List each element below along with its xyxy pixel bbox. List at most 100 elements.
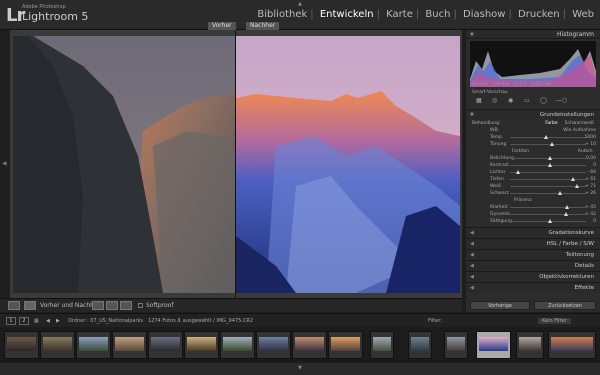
- module-bibliothek[interactable]: Bibliothek: [255, 9, 309, 20]
- count-info: 1274 Fotos /: [148, 318, 179, 324]
- tint-slider[interactable]: [510, 142, 586, 146]
- folder-info[interactable]: Ordner : 07_US_Nationalparks: [68, 318, 143, 324]
- filmstrip: [0, 327, 600, 363]
- smart-preview-label: Smart-Vorschau: [472, 90, 508, 95]
- vibrance-value[interactable]: + 42: [585, 211, 596, 218]
- module-entwickeln[interactable]: Entwickeln: [318, 9, 376, 20]
- adjustment-brush-icon[interactable]: —○: [556, 97, 567, 104]
- basic-section-header[interactable]: ▼ Grundeinstellungen: [466, 109, 600, 120]
- reset-button[interactable]: Zurücksetzen: [534, 301, 596, 310]
- film-thumb[interactable]: [4, 331, 39, 359]
- wb-label: WB:: [490, 128, 500, 133]
- left-panel-toggle-icon[interactable]: ◀: [2, 160, 7, 167]
- film-thumb[interactable]: [548, 331, 596, 359]
- grid-view-icon[interactable]: ▦: [34, 318, 39, 324]
- smart-preview-row[interactable]: Smart-Vorschau: [466, 89, 600, 95]
- softproof-checkbox[interactable]: [138, 303, 143, 308]
- whites-slider[interactable]: [510, 184, 586, 188]
- section-tone-curve[interactable]: ◀ Gradationskurve: [466, 227, 600, 238]
- film-thumb[interactable]: [370, 331, 394, 359]
- wb-select[interactable]: Wie Aufnahme: [563, 127, 596, 134]
- section-hsl[interactable]: ◀ HSL / Farbe / S/W: [466, 238, 600, 249]
- film-thumb[interactable]: [256, 331, 291, 359]
- contrast-value[interactable]: 0: [593, 162, 596, 169]
- film-thumb[interactable]: [408, 331, 432, 359]
- swap-before-after-icon[interactable]: [92, 301, 104, 310]
- film-thumb[interactable]: [184, 331, 219, 359]
- contrast-slider[interactable]: [510, 163, 586, 167]
- clarity-value[interactable]: + 45: [585, 204, 596, 211]
- exposure-slider[interactable]: [510, 156, 586, 160]
- temp-value[interactable]: 5000: [585, 134, 596, 141]
- film-thumb[interactable]: [148, 331, 183, 359]
- window-1-button[interactable]: 1: [6, 317, 16, 325]
- prev-arrow-icon[interactable]: ◀: [46, 318, 50, 324]
- loupe-view-icon[interactable]: [8, 301, 20, 310]
- vibrance-row: Dynamik + 42: [466, 211, 600, 218]
- shadows-value[interactable]: + 61: [585, 176, 596, 183]
- spot-removal-icon[interactable]: ◎: [492, 97, 497, 104]
- module-buch[interactable]: Buch: [423, 9, 452, 20]
- histogram-header[interactable]: ▼ Histogramm: [466, 30, 600, 39]
- presence-row: Präsenz: [466, 197, 600, 204]
- film-thumb[interactable]: [516, 331, 544, 359]
- film-thumb[interactable]: [328, 331, 363, 359]
- red-eye-icon[interactable]: ◉: [508, 97, 513, 104]
- section-details[interactable]: ◀ Details: [466, 260, 600, 271]
- filter-select[interactable]: Kein Filter: [538, 318, 571, 324]
- film-thumb[interactable]: [40, 331, 75, 359]
- blacks-slider[interactable]: [510, 191, 586, 195]
- highlights-value[interactable]: - 84: [587, 169, 596, 176]
- bottom-bar: ▼: [0, 363, 600, 375]
- section-effects[interactable]: ◀ Effekte: [466, 282, 600, 293]
- before-photo[interactable]: [13, 36, 235, 293]
- split-divider[interactable]: [235, 30, 236, 298]
- whites-label: Weiß: [490, 184, 502, 189]
- blacks-value[interactable]: + 26: [585, 190, 596, 197]
- treatment-color[interactable]: Farbe: [543, 121, 559, 126]
- saturation-value[interactable]: 0: [593, 218, 596, 225]
- clarity-slider[interactable]: [510, 205, 586, 209]
- film-thumb-selected[interactable]: [476, 331, 511, 359]
- tint-value[interactable]: + 10: [585, 141, 596, 148]
- presence-label: Präsenz: [514, 198, 532, 203]
- film-thumb[interactable]: [76, 331, 111, 359]
- section-lens-corrections[interactable]: ◀ Objektivkorrekturen: [466, 271, 600, 282]
- view-toolbar: Vorher und Nachher: Softproof: [0, 298, 462, 312]
- highlights-slider[interactable]: [510, 170, 586, 174]
- film-thumb[interactable]: [220, 331, 255, 359]
- section-split-toning[interactable]: ◀ Teiltonung: [466, 249, 600, 260]
- window-2-button[interactable]: 2: [19, 317, 29, 325]
- next-arrow-icon[interactable]: ▶: [56, 318, 60, 324]
- module-karte[interactable]: Karte: [384, 9, 415, 20]
- module-drucken[interactable]: Drucken: [516, 9, 562, 20]
- copy-before-after-icon[interactable]: [106, 301, 118, 310]
- graduated-filter-icon[interactable]: ▭: [524, 97, 530, 104]
- treatment-bw[interactable]: Schwarzweiß: [563, 121, 596, 126]
- film-thumb[interactable]: [292, 331, 327, 359]
- crop-icon[interactable]: ▦: [476, 97, 482, 104]
- collapse-icon: ▼: [470, 32, 474, 38]
- before-after-view-icon[interactable]: [24, 301, 36, 310]
- tone-auto-button[interactable]: Autom.: [576, 149, 596, 154]
- film-thumb[interactable]: [112, 331, 147, 359]
- whites-value[interactable]: + 71: [585, 183, 596, 190]
- collapse-top-icon[interactable]: ▲: [298, 1, 302, 7]
- film-thumb[interactable]: [444, 331, 468, 359]
- treatment-label: Behandlung:: [472, 121, 501, 126]
- previous-button[interactable]: Vorherige: [470, 301, 530, 310]
- histogram[interactable]: ISO 100 240 mm f / 5,0 1/250 Sek.: [470, 41, 596, 87]
- clarity-row: Klarheit + 45: [466, 204, 600, 211]
- module-diashow[interactable]: Diashow: [461, 9, 507, 20]
- copy-after-before-icon[interactable]: [120, 301, 132, 310]
- histogram-info: ISO 100 240 mm f / 5,0 1/250 Sek.: [472, 81, 553, 86]
- collapse-bottom-icon[interactable]: ▼: [298, 365, 302, 371]
- exposure-value[interactable]: 0,00: [586, 155, 596, 162]
- temp-slider[interactable]: [510, 135, 586, 139]
- saturation-slider[interactable]: [510, 219, 586, 223]
- module-web[interactable]: Web: [570, 9, 596, 20]
- vibrance-slider[interactable]: [510, 212, 586, 216]
- shadows-slider[interactable]: [510, 177, 586, 181]
- radial-filter-icon[interactable]: ◯: [540, 97, 547, 104]
- after-photo[interactable]: [236, 36, 460, 293]
